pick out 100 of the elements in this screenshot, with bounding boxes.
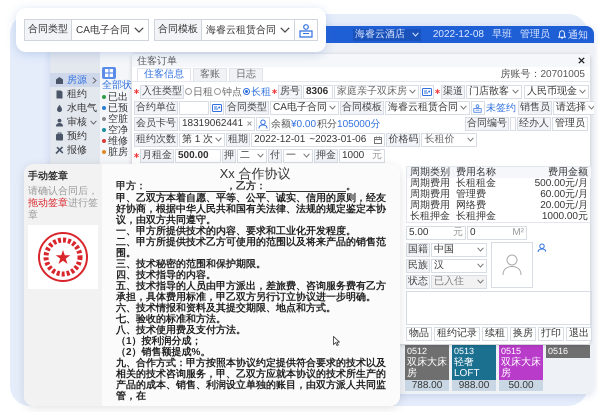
number-field[interactable]: 0 M² xyxy=(467,226,527,240)
date-text: 2022-12-08 xyxy=(432,28,484,40)
action-button[interactable]: 退出 xyxy=(566,327,592,341)
caret-icon xyxy=(134,27,144,33)
status-filter-item[interactable]: 已预 xyxy=(108,100,128,114)
notes-field[interactable] xyxy=(406,291,592,325)
lease-count-select[interactable]: 第 1 次 xyxy=(179,132,226,146)
field-label: 合同模板 xyxy=(154,19,202,41)
status-filter-item[interactable]: 维修 xyxy=(108,134,128,148)
person-silhouette-icon xyxy=(502,254,522,276)
grid-view-button[interactable] xyxy=(102,67,116,79)
unit-card-button[interactable] xyxy=(210,100,224,114)
status-filter-item[interactable]: 空净 xyxy=(108,122,128,136)
notice-button[interactable]: 通知 xyxy=(558,28,588,42)
deposit-field[interactable]: 1000 元 xyxy=(339,148,385,162)
room-number: 0515 xyxy=(501,346,522,356)
monthly-rent-field[interactable]: 500.00 xyxy=(175,148,221,162)
deposit-months-select[interactable]: 二 xyxy=(237,148,267,162)
number-field[interactable]: 5.00 元 xyxy=(406,226,466,240)
hint-text: 请确认合同后， 拖动签章进行签章 xyxy=(28,186,98,222)
radio-option[interactable]: 长租 xyxy=(243,84,271,98)
contract-paragraph: （2）销售额提成%。 xyxy=(116,347,210,358)
field-label: 合同编号 xyxy=(465,116,509,130)
member-card-field[interactable]: 18319062441 xyxy=(179,116,255,130)
contract-select[interactable]: 海睿云租赁合同 xyxy=(202,19,295,41)
hotel-select[interactable]: 海睿云酒店 xyxy=(352,28,421,40)
user-name: 管理员 xyxy=(520,28,550,40)
field-label: 渠道 xyxy=(441,84,465,98)
tab[interactable]: 客账 xyxy=(193,68,227,81)
action-button[interactable]: 续租 xyxy=(482,327,508,341)
menu-item-icon xyxy=(55,132,64,140)
sidebar-item[interactable]: 预约 xyxy=(50,129,100,143)
table-cell-text: 60.00元/月 xyxy=(539,189,589,200)
caret-icon xyxy=(477,263,484,268)
room-type: 轻奢LOFT xyxy=(454,357,481,379)
caret-icon xyxy=(588,105,594,110)
sidebar-item[interactable]: 水电气 xyxy=(50,101,100,115)
payment-select[interactable]: 人民币现金 xyxy=(524,84,589,98)
party-label: 甲方： xyxy=(116,181,146,192)
field-label: 押金 xyxy=(314,148,338,162)
action-button[interactable]: 换房 xyxy=(510,327,536,341)
contract-template-select[interactable]: 海睿云租赁合同 xyxy=(384,100,470,114)
field-label: 付 xyxy=(268,148,282,162)
status-filter-item[interactable]: 空脏 xyxy=(108,112,128,126)
radio-option[interactable]: 钟点 xyxy=(214,84,242,98)
caret-icon xyxy=(412,32,419,37)
balance-text: 余额¥0.00 xyxy=(271,118,316,130)
field-label: 销售员 xyxy=(518,100,552,114)
id-card-icon xyxy=(422,86,432,96)
sidebar-item[interactable]: 报修 xyxy=(50,143,100,157)
contract-type-select[interactable]: CA电子合同 xyxy=(270,100,339,114)
field-label: 会员卡号 xyxy=(134,116,178,130)
member-search-button[interactable] xyxy=(256,116,270,130)
sign-status-link[interactable]: 未签约 xyxy=(486,100,516,114)
action-button[interactable]: 租约记录 xyxy=(434,327,480,341)
action-button[interactable]: 打印 xyxy=(538,327,564,341)
room-tile-header[interactable]: 0512 双床大床房 xyxy=(405,345,449,380)
pay-months-select[interactable]: 一 xyxy=(283,148,313,162)
status-filter-item[interactable]: 已出 xyxy=(108,90,128,104)
price-code-select[interactable]: 长租价 xyxy=(421,132,478,146)
sales-select[interactable]: 请选择 xyxy=(552,100,594,114)
sidebar-item[interactable]: 租约 xyxy=(50,87,100,101)
channel-select[interactable]: 门店散客 xyxy=(466,84,522,98)
seal-icon xyxy=(296,22,315,38)
table-cell-text: 周期费用 xyxy=(409,178,451,189)
seal-card[interactable] xyxy=(28,225,98,289)
field-label: 合同类型 xyxy=(24,19,72,41)
room-tile-header[interactable]: 0515 双床大床房 xyxy=(499,345,543,380)
menu-item-icon xyxy=(55,118,64,126)
radio-option[interactable]: 日租 xyxy=(185,84,213,98)
radio-circle-icon xyxy=(243,88,250,95)
room-tile-header[interactable]: 0516 xyxy=(546,345,590,358)
caret-icon xyxy=(477,279,484,284)
sign-contract-button[interactable] xyxy=(294,19,318,41)
room-number-field[interactable]: 8306 xyxy=(303,84,333,98)
sign-contract-button[interactable] xyxy=(470,100,485,114)
handler-field[interactable]: 管理员 xyxy=(552,116,588,130)
lease-term-field[interactable]: 2022-12-01 ~2023-01-06 xyxy=(251,132,386,146)
field-label: 房号 xyxy=(278,84,302,98)
room-price: 788.00 xyxy=(405,380,449,391)
contract-number-field[interactable] xyxy=(510,116,516,130)
status-filter-item[interactable]: 脏房 xyxy=(108,144,128,158)
radio-circle-icon xyxy=(185,88,192,95)
contract-paragraph: 九、合作方式：甲方按照本协议约定提供符合要求的技术以及相关的技术咨询服务，甲、乙双方应就本协议的技术所生产的产品的成本、销售、利润设立单独的账目，由双方派人共同监管，在 xyxy=(116,358,387,402)
contract-unit-field[interactable] xyxy=(179,100,209,114)
field-label: 租约次数 xyxy=(134,132,178,146)
contract-select[interactable]: CA电子合同 xyxy=(72,19,149,41)
profile-select[interactable]: 汉 xyxy=(431,258,487,272)
tab[interactable]: 住客信息 xyxy=(137,68,191,81)
room-tile-header[interactable]: 0513 轻奢LOFT xyxy=(452,345,496,380)
sidebar-item[interactable]: 审核 xyxy=(50,115,100,129)
action-button[interactable]: 物品 xyxy=(406,327,432,341)
table-cell-text: 20.00元/月 xyxy=(539,200,589,211)
tab[interactable]: 日志 xyxy=(229,68,263,81)
menu-item-icon xyxy=(55,146,64,154)
status-filter-title[interactable]: 全部状 xyxy=(102,80,132,91)
id-card-button[interactable] xyxy=(420,84,434,98)
room-price: 50.00 xyxy=(499,380,543,391)
room-type-select[interactable]: 家庭亲子双床房 xyxy=(334,84,419,98)
profile-select[interactable]: 中国 xyxy=(431,242,487,256)
